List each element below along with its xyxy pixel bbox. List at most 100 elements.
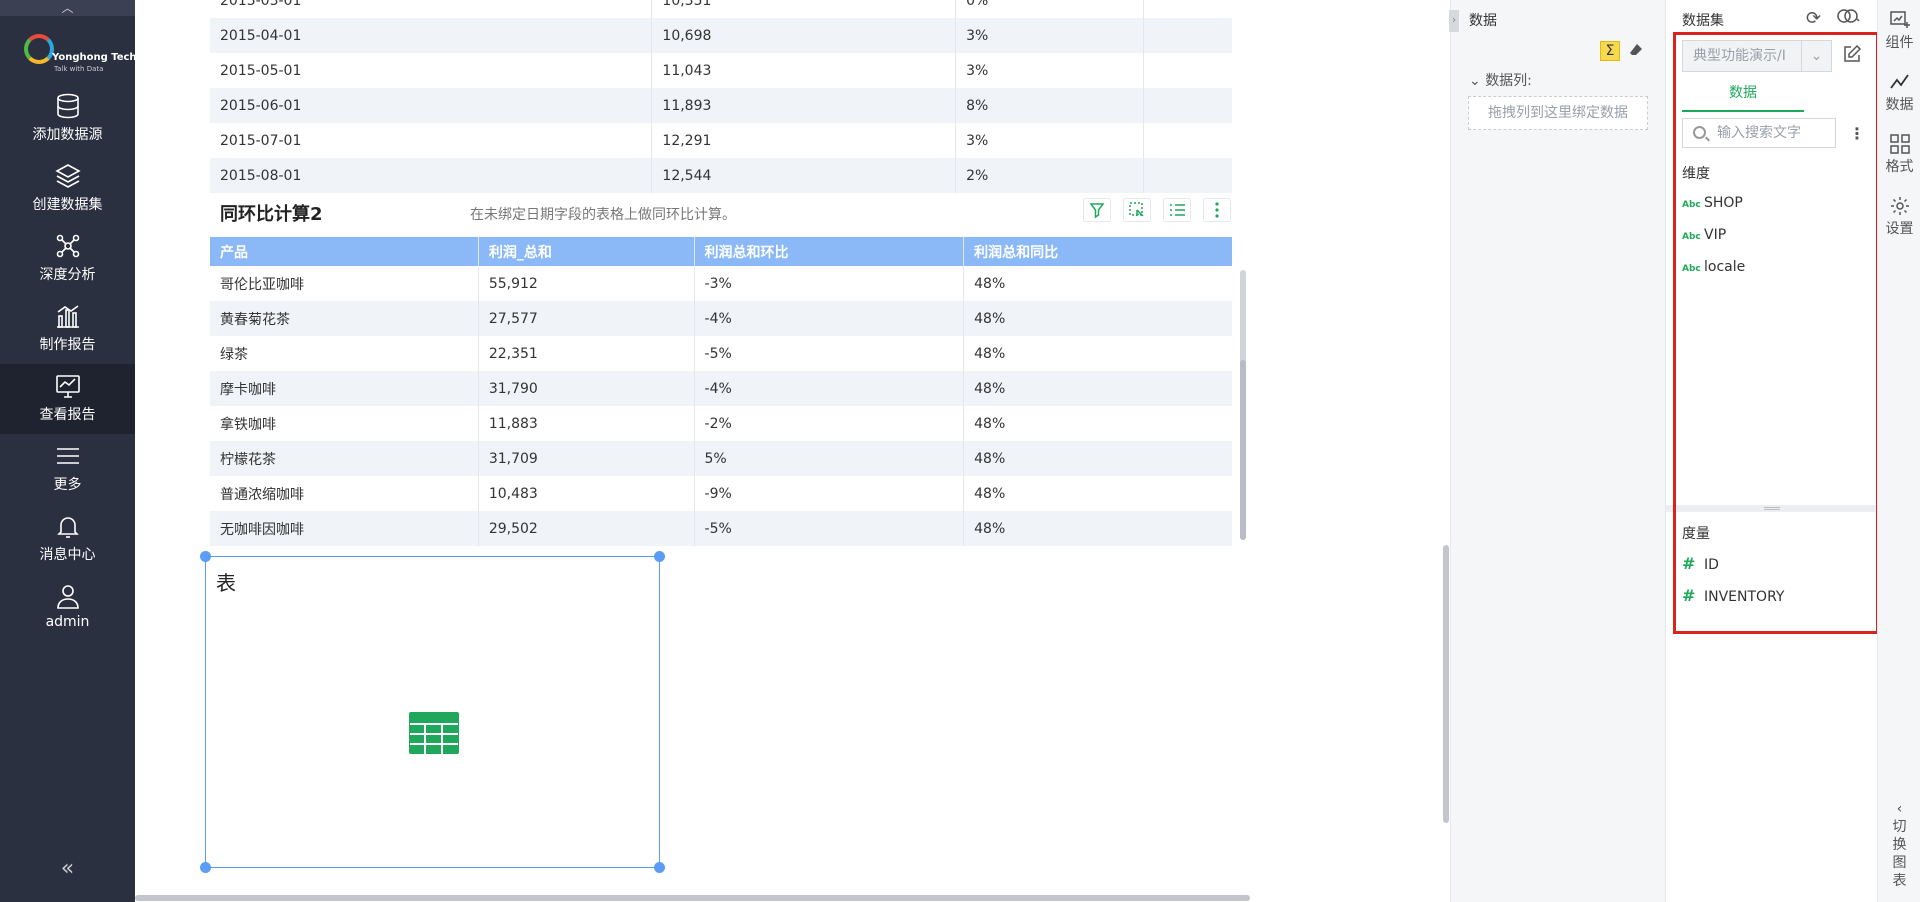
more-vertical-icon[interactable]: ⋮ — [1849, 124, 1865, 143]
table-cell[interactable]: 48% — [964, 476, 1232, 511]
table-row[interactable]: 摩卡咖啡 31,790 -4% 48% — [210, 371, 1232, 406]
nav-item-create-dataset[interactable]: 创建数据集 — [0, 154, 135, 224]
switch-chart-button[interactable]: ‹ 切换图表 — [1878, 800, 1920, 890]
table-cell[interactable]: 10,351 — [651, 0, 957, 18]
table-row[interactable]: 拿铁咖啡 11,883 -2% 48% — [210, 406, 1232, 441]
table-cell[interactable]: 2015-07-01 — [210, 123, 653, 158]
table-cell[interactable]: 10,483 — [478, 476, 695, 511]
table-cell[interactable] — [1143, 53, 1232, 88]
new-table-component[interactable]: 表 — [200, 551, 665, 873]
table-cell[interactable] — [1143, 123, 1232, 158]
data-drop-zone[interactable]: 拖拽列到这里绑定数据 — [1468, 96, 1648, 130]
top-table[interactable]: 2015-03-01 10,351 0% 2015-04-01 10,698 3% 2015… — [210, 0, 1232, 193]
tab-data[interactable]: 数据 — [1682, 82, 1804, 112]
table-cell[interactable]: 3% — [955, 123, 1144, 158]
rail-item-component[interactable]: 组件 — [1878, 10, 1920, 52]
table-row[interactable]: 2015-04-01 10,698 3% — [210, 18, 1232, 53]
resize-handle[interactable] — [200, 551, 211, 562]
nav-item-view-report[interactable]: 查看报告 — [0, 364, 135, 434]
measure-field[interactable]: # ID — [1682, 554, 1719, 573]
table-cell[interactable]: 2015-06-01 — [210, 88, 653, 123]
resize-handle[interactable] — [654, 862, 665, 873]
table-row[interactable]: 普通浓缩咖啡 10,483 -9% 48% — [210, 476, 1232, 511]
table-cell[interactable]: 无咖啡因咖啡 — [210, 511, 479, 546]
table-cell[interactable]: 29,502 — [478, 511, 695, 546]
table-cell[interactable]: 48% — [963, 441, 1232, 476]
table-header-cell[interactable]: 利润总和环比 — [694, 237, 965, 266]
table-cell[interactable]: 48% — [964, 336, 1232, 371]
table-row[interactable]: 哥伦比亚咖啡 55,912 -3% 48% — [210, 266, 1232, 301]
data-columns-label[interactable]: ⌄ 数据列: — [1469, 70, 1532, 90]
nav-item-more[interactable]: 更多 — [0, 434, 135, 504]
table-cell[interactable]: 哥伦比亚咖啡 — [210, 266, 479, 301]
table-cell[interactable]: 0% — [955, 0, 1144, 18]
rail-item-format[interactable]: 格式 — [1878, 134, 1920, 176]
scrollbar-thumb[interactable] — [1240, 360, 1246, 540]
chevron-up-icon[interactable]: ︿ — [0, 0, 135, 16]
table-cell[interactable]: 绿茶 — [210, 336, 479, 371]
table-header-cell[interactable]: 产品 — [210, 237, 479, 266]
table-cell[interactable] — [1143, 158, 1232, 193]
rail-item-settings[interactable]: 设置 — [1878, 196, 1920, 238]
table-cell[interactable]: 2015-04-01 — [210, 18, 653, 53]
table-header-cell[interactable]: 利润_总和 — [478, 237, 695, 266]
table-cell[interactable]: 48% — [963, 511, 1232, 546]
table-cell[interactable]: 2015-08-01 — [210, 158, 653, 193]
table-cell[interactable]: 拿铁咖啡 — [210, 406, 479, 441]
table-cell[interactable]: 12,291 — [651, 123, 957, 158]
table-cell[interactable]: 48% — [963, 371, 1232, 406]
table-cell[interactable]: -5% — [694, 336, 965, 371]
collapse-panel-icon[interactable]: › — [1449, 10, 1459, 32]
table-row[interactable]: 柠檬花茶 31,709 5% 48% — [210, 441, 1232, 476]
table-cell[interactable]: 摩卡咖啡 — [210, 371, 479, 406]
table-cell[interactable]: 27,577 — [478, 301, 695, 336]
table2[interactable]: 产品 利润_总和 利润总和环比 利润总和同比 哥伦比亚咖啡 55,912 -3% 48… — [210, 237, 1232, 546]
table-cell[interactable]: -9% — [694, 476, 965, 511]
rail-item-data[interactable]: 数据 — [1878, 72, 1920, 114]
nav-item-admin[interactable]: admin — [0, 574, 135, 644]
table-cell[interactable]: 48% — [964, 406, 1232, 441]
table-row[interactable]: 无咖啡因咖啡 29,502 -5% 48% — [210, 511, 1232, 546]
nav-item-message-center[interactable]: 消息中心 — [0, 504, 135, 574]
table-cell[interactable]: 48% — [964, 266, 1232, 301]
table-cell[interactable]: 2% — [955, 158, 1144, 193]
table-cell[interactable]: 3% — [955, 18, 1144, 53]
refresh-icon[interactable]: ⟳ — [1806, 8, 1821, 29]
table-row[interactable]: 2015-06-01 11,893 8% — [210, 88, 1232, 123]
table-row[interactable]: 黄春菊花茶 27,577 -4% 48% — [210, 301, 1232, 336]
select-button[interactable] — [1123, 198, 1151, 222]
nav-item-make-report[interactable]: 制作报告 — [0, 294, 135, 364]
table-cell[interactable] — [1143, 18, 1232, 53]
table2-scrollbar[interactable] — [1240, 270, 1246, 540]
table-cell[interactable]: 2015-03-01 — [210, 0, 653, 18]
filter-button[interactable] — [1083, 198, 1111, 222]
eraser-icon[interactable] — [1629, 43, 1643, 61]
panel-splitter[interactable] — [1666, 505, 1878, 512]
table-cell[interactable]: 22,351 — [478, 336, 695, 371]
resize-handle[interactable] — [654, 551, 665, 562]
table-cell[interactable]: 8% — [955, 88, 1144, 123]
table-cell[interactable]: 48% — [963, 301, 1232, 336]
table-cell[interactable]: 31,709 — [478, 441, 695, 476]
table-row[interactable]: 2015-05-01 11,043 3% — [210, 53, 1232, 88]
canvas-vertical-scrollbar[interactable] — [1443, 545, 1449, 823]
table-cell[interactable]: 2015-05-01 — [210, 53, 653, 88]
measure-field[interactable]: # INVENTORY — [1682, 586, 1784, 605]
collapse-nav-icon[interactable]: « — [0, 856, 135, 881]
dataset-select[interactable]: 典型功能演示/I ⌄ — [1682, 40, 1832, 72]
list-button[interactable] — [1163, 198, 1191, 222]
table-cell[interactable]: 3% — [955, 53, 1144, 88]
nav-item-deep-analysis[interactable]: 深度分析 — [0, 224, 135, 294]
nav-item-add-datasource[interactable]: 添加数据源 — [0, 84, 135, 154]
table-header-cell[interactable]: 利润总和同比 — [963, 237, 1232, 266]
dimension-field[interactable]: Abc VIP — [1682, 227, 1726, 243]
canvas-horizontal-scrollbar[interactable] — [135, 895, 1250, 901]
table-cell[interactable]: 31,790 — [478, 371, 695, 406]
table-cell[interactable]: 12,544 — [651, 158, 957, 193]
resize-handle[interactable] — [200, 862, 211, 873]
sigma-icon[interactable]: Σ — [1600, 41, 1620, 61]
table-row[interactable]: 2015-08-01 12,544 2% — [210, 158, 1232, 193]
table-row[interactable]: 绿茶 22,351 -5% 48% — [210, 336, 1232, 371]
table-cell[interactable]: 5% — [694, 441, 965, 476]
table-cell[interactable]: -5% — [694, 511, 965, 546]
